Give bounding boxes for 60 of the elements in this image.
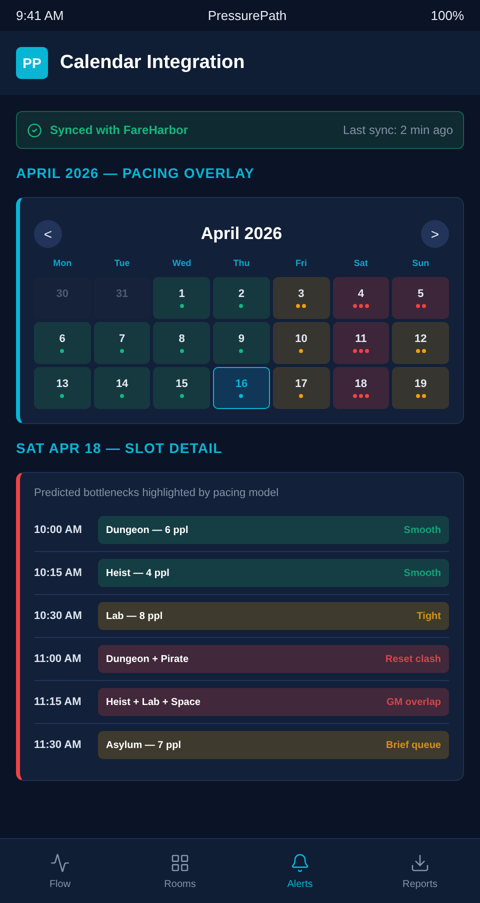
weekday-label: Sat xyxy=(352,258,369,268)
calendar-day[interactable]: 19 xyxy=(392,367,449,409)
calendar-day[interactable]: 14 xyxy=(94,367,150,409)
previous-month-button[interactable]: < xyxy=(34,220,62,248)
weekday-label: Fri xyxy=(294,258,308,268)
calendar-day[interactable]: 12 xyxy=(392,322,449,364)
calendar-day[interactable]: 4 xyxy=(332,277,390,319)
download-icon xyxy=(410,852,430,872)
slot-caption: Predicted bottlenecks highlighted by pacing model xyxy=(34,487,280,499)
calendar-day[interactable]: 18 xyxy=(332,367,390,409)
calendar-day[interactable]: 15 xyxy=(153,367,210,409)
calendar-day[interactable]: 13 xyxy=(34,367,91,409)
weekday-label: Mon xyxy=(52,258,73,268)
slot-time: 10:00 AM xyxy=(34,524,83,536)
calendar-day[interactable]: 6 xyxy=(34,322,91,364)
slot-booking[interactable]: Heist — 4 ppl Smooth xyxy=(98,559,449,587)
nav-tab[interactable]: Rooms xyxy=(120,839,240,903)
section-title: SAT APR 18 — SLOT DETAIL xyxy=(16,440,224,456)
calendar-day[interactable]: 8 xyxy=(153,322,210,364)
month-title: April 2026 xyxy=(200,224,282,244)
slot-booking[interactable]: Dungeon — 6 ppl Smooth xyxy=(98,516,449,544)
slot-booking[interactable]: Lab — 8 ppl Tight xyxy=(98,602,449,630)
grid-icon xyxy=(170,852,190,872)
activity-icon xyxy=(50,852,70,872)
weekday-label: Tue xyxy=(113,258,131,268)
slot-booking[interactable]: Dungeon + Pirate Reset clash xyxy=(98,645,449,673)
slot-time: 11:00 AM xyxy=(34,653,82,665)
calendar-day[interactable]: 11 xyxy=(332,322,390,364)
weekday-label: Thu xyxy=(232,258,251,268)
next-month-button[interactable]: > xyxy=(420,220,449,248)
nav-tab[interactable]: Reports xyxy=(360,839,480,903)
section-title: APRIL 2026 — PACING OVERLAY xyxy=(16,165,256,181)
calendar-day[interactable]: 17 xyxy=(272,367,330,409)
page-title: Calendar Integration xyxy=(60,52,245,74)
weekday-label: Sun xyxy=(411,258,430,268)
calendar-day[interactable]: 2 xyxy=(213,277,270,319)
nav-tab[interactable]: Flow xyxy=(0,839,120,903)
calendar-day[interactable]: 9 xyxy=(213,322,270,364)
calendar-day[interactable]: 10 xyxy=(272,322,330,364)
slot-booking[interactable]: Heist + Lab + Space GM overlap xyxy=(98,688,449,716)
nav-tab[interactable]: Alerts xyxy=(240,839,360,903)
status-time: 9:41 AM xyxy=(16,8,64,23)
battery-level: 100% xyxy=(430,8,464,23)
slot-time: 10:30 AM xyxy=(34,610,83,622)
calendar-day[interactable]: 1 xyxy=(153,277,210,319)
calendar-day[interactable]: 3 xyxy=(272,277,330,319)
slot-time: 10:15 AM xyxy=(34,567,83,579)
slot-booking[interactable]: Asylum — 7 ppl Brief queue xyxy=(98,731,449,759)
sync-status: Synced with FareHarbor xyxy=(50,123,190,137)
check-icon xyxy=(27,122,42,138)
calendar-day[interactable]: 5 xyxy=(392,277,449,319)
app-name: PressurePath xyxy=(208,8,287,23)
calendar-day[interactable]: 16 xyxy=(213,367,270,409)
calendar-day[interactable]: 7 xyxy=(94,322,150,364)
app-logo: PP xyxy=(16,47,48,79)
slot-time: 11:30 AM xyxy=(34,739,82,751)
weekday-label: Wed xyxy=(171,258,192,268)
last-sync: Last sync: 2 min ago xyxy=(342,123,453,137)
slot-time: 11:15 AM xyxy=(34,696,82,708)
bell-icon xyxy=(290,852,310,872)
